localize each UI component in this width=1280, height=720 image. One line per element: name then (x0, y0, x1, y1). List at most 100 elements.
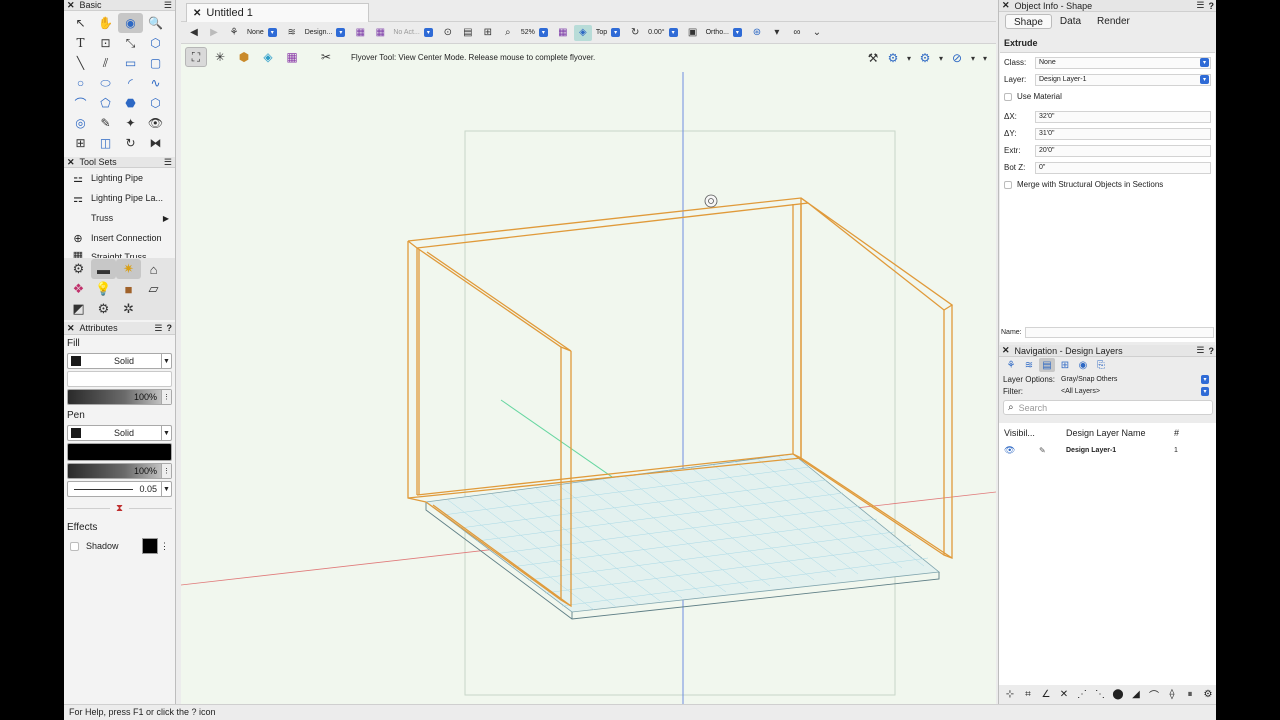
references-icon[interactable]: ⎘ (1093, 358, 1109, 372)
column-visibility[interactable]: Visibil... (999, 428, 1039, 438)
more-icon[interactable]: ⋮ (161, 464, 171, 478)
saved-view-select[interactable]: No Act... ▾ (393, 26, 433, 40)
arc-tool-icon[interactable]: ◜ (118, 73, 143, 93)
lighting-options-icon[interactable]: ⊛ (748, 25, 766, 41)
column-layer-name[interactable]: Design Layer Name (1066, 428, 1174, 438)
spotlight-toolset-icon[interactable]: ⚙ (66, 259, 91, 279)
snap-angle-icon[interactable]: ∠ (1037, 687, 1055, 703)
machine-toolset-icon[interactable]: ⚙ (91, 299, 116, 319)
detailing-toolset-icon[interactable]: ▱ (141, 279, 166, 299)
active-layer-select[interactable]: Design... ▾ (305, 26, 346, 40)
rotation-field[interactable]: 0.00° ▾ (648, 26, 678, 40)
table-row[interactable]: 👁 ✎ Design Layer-1 1 (999, 443, 1216, 458)
zoom-tool-icon[interactable]: 🔍 (143, 13, 168, 33)
layer-icon[interactable]: ≋ (283, 25, 301, 41)
class-select[interactable]: None ▾ (1035, 56, 1211, 69)
help-icon[interactable]: ? (1209, 346, 1215, 356)
snap-surface-icon[interactable]: ◢ (1127, 687, 1145, 703)
attribute-mapping-tool-icon[interactable]: ✦ (118, 113, 143, 133)
freehand-tool-icon[interactable]: ∿ (143, 73, 168, 93)
rounded-rectangle-tool-icon[interactable]: ▢ (143, 53, 168, 73)
furniture-toolset-icon[interactable]: ■ (116, 279, 141, 299)
active-class-select[interactable]: None ▾ (247, 26, 277, 40)
pen-opacity-slider[interactable]: 100% ⋮ (67, 463, 172, 479)
gear-icon[interactable]: ⚙ (884, 48, 902, 68)
chevron-down-icon[interactable]: ▾ (980, 48, 990, 68)
building-shell-toolset-icon[interactable]: ⌂ (141, 259, 166, 279)
layer-select[interactable]: Design Layer-1 ▾ (1035, 73, 1211, 86)
forward-icon[interactable]: ▶ (205, 25, 223, 41)
design-layers-icon[interactable]: ≋ (1021, 358, 1037, 372)
tab-render[interactable]: Render (1089, 14, 1138, 29)
pan-tool-icon[interactable]: ✋ (93, 13, 118, 33)
truss-toolset-icon[interactable]: ▬ (91, 259, 116, 279)
close-icon[interactable]: ✕ (67, 323, 75, 334)
view-center-mode-icon[interactable]: ⛶ (185, 47, 207, 67)
line-tool-icon[interactable]: ╲ (68, 53, 93, 73)
menu-icon[interactable]: ☰ (154, 323, 162, 334)
close-icon[interactable]: ✕ (1002, 0, 1010, 11)
visualization-toolset-icon[interactable]: ❖ (66, 279, 91, 299)
close-icon[interactable]: ✕ (67, 0, 75, 11)
flyover-tool-icon[interactable]: ◉ (118, 13, 143, 33)
trim-tool-icon[interactable]: ⊞ (68, 133, 93, 153)
extr-input[interactable]: 20'0" (1035, 144, 1211, 157)
use-material-checkbox[interactable] (1004, 92, 1012, 101)
pencil-icon[interactable]: ✎ (1039, 446, 1066, 455)
circle-tool-icon[interactable]: ○ (68, 73, 93, 93)
fill-opacity-slider[interactable]: 100% ⋮ (67, 389, 172, 405)
render-3d-icon[interactable]: ◈ (573, 24, 592, 41)
menu-icon[interactable]: ☰ (1196, 0, 1204, 11)
snap-object-icon[interactable]: ⌗ (1019, 687, 1037, 703)
mirror-tool-icon[interactable]: ⧓ (143, 133, 168, 153)
class-icon[interactable]: ⚘ (225, 25, 243, 41)
object-center-mode-icon[interactable]: ⬢ (233, 47, 255, 67)
tool-truss[interactable]: Truss ▶ (64, 208, 175, 228)
menu-icon[interactable]: ☰ (164, 157, 172, 168)
view-select[interactable]: Top ▾ (596, 26, 621, 40)
tool-lighting-pipe-ladder[interactable]: ⚎ Lighting Pipe La... (64, 188, 175, 208)
tool-lighting-pipe[interactable]: ⚍ Lighting Pipe (64, 168, 175, 188)
push-pull-tool-icon[interactable]: ⬡ (143, 33, 168, 53)
drawing-area[interactable]: ✕ Untitled 1 ◀ ▶ ⚘ None ▾ ≋ Design... ▾ ▦ … (181, 0, 996, 704)
snap-icon[interactable]: ⚒ (864, 48, 882, 68)
snap-working-plane-icon[interactable]: ⟠ (1163, 687, 1181, 703)
eye-icon[interactable]: 👁 (999, 445, 1039, 456)
projection-icon[interactable]: ▣ (684, 25, 702, 41)
eyedropper-tool-icon[interactable]: ✎ (93, 113, 118, 133)
projection-select[interactable]: Ortho... ▾ (706, 26, 742, 40)
tab-shape[interactable]: Shape (1005, 14, 1052, 29)
render-settings-icon[interactable]: ⚙ (916, 48, 934, 68)
cursor-icon[interactable]: ⊘ (948, 48, 966, 68)
name-input[interactable] (1024, 326, 1214, 338)
shadow-color-swatch[interactable] (142, 538, 158, 554)
offset-tool-icon[interactable]: ◫ (93, 133, 118, 153)
dimension-tool-icon[interactable]: ⤡ (118, 33, 143, 53)
chevron-down-icon[interactable]: ▾ (904, 48, 914, 68)
oval-tool-icon[interactable]: ⬭ (93, 73, 118, 93)
zoom-icon[interactable]: ⌕ (499, 25, 517, 41)
rotation-icon[interactable]: ↻ (626, 25, 644, 41)
light-toolset-icon[interactable]: 💡 (91, 279, 116, 299)
dx-input[interactable]: 32'0" (1035, 110, 1211, 123)
close-icon[interactable]: ✕ (1002, 345, 1010, 356)
tool-insert-connection[interactable]: ⊕ Insert Connection (64, 228, 175, 248)
more-icon[interactable]: ⋮ (161, 390, 171, 404)
dy-input[interactable]: 31'0" (1035, 127, 1211, 140)
back-icon[interactable]: ◀ (185, 25, 203, 41)
snap-loci-icon[interactable]: ⌒ (1145, 687, 1163, 703)
line-weight-select[interactable]: 0.05 ▼ (67, 481, 172, 497)
shadow-checkbox[interactable] (70, 541, 79, 551)
rectangle-tool-icon[interactable]: ▭ (118, 53, 143, 73)
settings-toolset-icon[interactable]: ✲ (116, 299, 141, 319)
3d-viewport[interactable] (181, 70, 996, 704)
layer-visibility-icon[interactable]: ▦ (371, 25, 389, 41)
rotate-tool-icon[interactable]: ↻ (118, 133, 143, 153)
classes-icon[interactable]: ⚘ (1003, 358, 1019, 372)
chevron-down-icon[interactable]: ▾ (968, 48, 978, 68)
chevron-down-icon[interactable]: ▾ (936, 48, 946, 68)
visibility-tool-icon[interactable]: 👁 (143, 113, 168, 133)
viewports-icon[interactable]: ⊞ (1057, 358, 1073, 372)
layer-options-select[interactable]: Gray/Snap Others ▾ (1059, 374, 1213, 384)
snap-grid-icon[interactable]: ⊹ (1001, 687, 1019, 703)
